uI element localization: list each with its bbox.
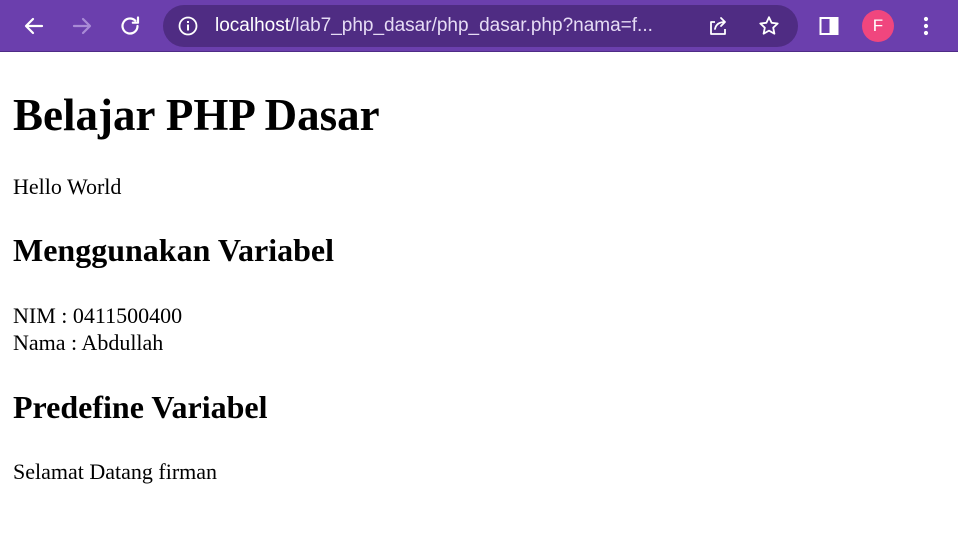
welcome-text: Selamat Datang firman <box>13 459 218 484</box>
page-title: Belajar PHP Dasar <box>13 90 380 140</box>
profile-avatar[interactable]: F <box>862 10 894 42</box>
back-button[interactable] <box>15 7 53 45</box>
share-icon[interactable] <box>706 14 730 38</box>
kebab-menu-icon <box>923 16 929 36</box>
section-heading-predefine: Predefine Variabel <box>13 389 268 425</box>
browser-window: localhost/lab7_php_dasar/php_dasar.php?n… <box>0 0 958 540</box>
forward-button[interactable] <box>63 7 101 45</box>
browser-menu-button[interactable] <box>907 7 945 45</box>
url-host: localhost <box>215 15 290 36</box>
url-text[interactable]: localhost/lab7_php_dasar/php_dasar.php?n… <box>215 5 695 47</box>
hello-text: Hello World <box>13 174 122 199</box>
reload-button[interactable] <box>111 7 149 45</box>
page-content: Belajar PHP Dasar Hello World Menggunaka… <box>0 53 958 540</box>
reload-icon <box>121 16 140 35</box>
browser-toolbar: localhost/lab7_php_dasar/php_dasar.php?n… <box>0 0 958 52</box>
nim-text: NIM : 0411500400 <box>13 303 183 328</box>
forward-arrow-icon <box>72 17 92 35</box>
info-icon[interactable] <box>177 15 199 37</box>
star-icon[interactable] <box>757 14 781 38</box>
section-heading-variabel: Menggunakan Variabel <box>13 232 334 268</box>
url-path: /lab7_php_dasar/php_dasar.php?nama=f... <box>290 15 653 36</box>
back-arrow-icon <box>24 17 44 35</box>
nama-text: Nama : Abdullah <box>13 330 164 355</box>
address-bar[interactable]: localhost/lab7_php_dasar/php_dasar.php?n… <box>163 5 798 47</box>
side-panel-button[interactable] <box>810 7 848 45</box>
side-panel-icon <box>819 17 839 35</box>
